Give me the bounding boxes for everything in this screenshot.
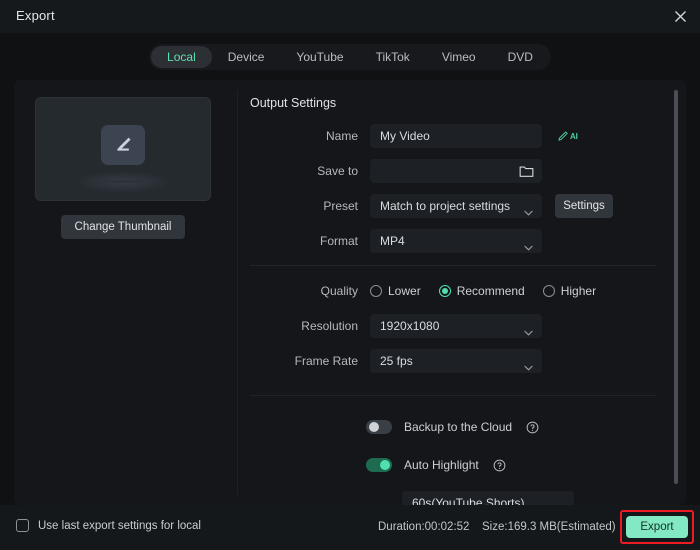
radio-icon [370,285,382,297]
format-label: Format [319,234,358,248]
thumbnail-shadow-line [104,179,142,183]
quality-option-label: Higher [560,284,597,298]
auto-highlight-label: Auto Highlight [404,458,479,472]
backup-cloud-label: Backup to the Cloud [404,420,513,434]
section-divider-1 [250,265,656,266]
tab-device[interactable]: Device [212,46,281,68]
tab-youtube[interactable]: YouTube [280,46,359,68]
close-icon[interactable] [666,3,694,29]
export-dialog: Export Local Device YouTube TikTok Vimeo… [0,0,700,550]
chevron-down-icon [524,358,533,376]
thumbnail-preview[interactable] [35,97,211,201]
quality-row: Quality Lower Recommend Higher [250,279,665,303]
quality-option-higher[interactable]: Higher [542,284,597,298]
quality-option-label: Recommend [456,284,525,298]
footer-bar: Use last export settings for local Durat… [0,505,700,550]
quality-option-label: Lower [388,284,421,298]
chevron-down-icon [524,203,533,221]
resolution-label: Resolution [301,319,358,333]
preset-value: Match to project settings [380,199,511,213]
name-row: Name My Video AI [250,124,665,148]
preset-settings-button[interactable]: Settings [555,194,613,218]
export-settings-panel: Change Thumbnail Output Settings Name My… [14,80,686,515]
duration-text: Duration:00:02:52 [378,521,470,533]
backup-cloud-row: Backup to the Cloud [250,416,665,438]
preset-label: Preset [323,199,358,213]
tab-vimeo[interactable]: Vimeo [426,46,492,68]
page-title: Export [16,8,55,23]
backup-cloud-toggle[interactable] [366,420,392,434]
name-input[interactable]: My Video [370,124,542,148]
quality-option-recommend[interactable]: Recommend [438,284,525,298]
quality-label: Quality [320,284,358,298]
save-to-label: Save to [317,164,358,178]
ai-label: AI [570,131,578,141]
pencil-edit-icon [101,124,145,165]
use-last-settings-label: Use last export settings for local [38,519,201,532]
format-select[interactable]: MP4 [370,229,542,253]
checkbox-icon [16,519,29,532]
frame-rate-row: Frame Rate 25 fps [250,349,665,373]
toggle-knob [368,422,379,432]
help-circle-icon[interactable] [526,421,539,434]
resolution-value: 1920x1080 [380,319,440,333]
chevron-down-icon [524,238,533,256]
save-to-input[interactable] [370,159,542,183]
tab-local[interactable]: Local [151,46,212,68]
radio-icon-selected [438,285,451,297]
column-divider [237,90,238,495]
frame-rate-select[interactable]: 25 fps [370,349,542,373]
radio-icon [542,285,555,297]
resolution-select[interactable]: 1920x1080 [370,314,542,338]
tab-tiktok[interactable]: TikTok [360,46,426,68]
auto-highlight-toggle[interactable] [366,458,392,472]
quality-radio-group: Lower Recommend Higher [370,284,614,298]
frame-rate-label: Frame Rate [294,354,358,368]
name-label: Name [325,129,358,143]
tab-bar: Local Device YouTube TikTok Vimeo DVD [0,44,700,70]
output-settings-title: Output Settings [250,96,337,110]
ai-pencil-icon[interactable]: AI [556,130,578,143]
export-button[interactable]: Export [626,516,688,538]
section-divider-2 [250,395,656,396]
title-bar: Export [0,0,700,33]
frame-rate-value: 25 fps [380,354,413,368]
change-thumbnail-button[interactable]: Change Thumbnail [61,215,185,239]
output-settings-section: Output Settings Name My Video AI Save to [250,96,665,515]
toggle-knob [379,460,390,470]
tab-dvd[interactable]: DVD [492,46,549,68]
auto-highlight-row: Auto Highlight [250,454,665,476]
chevron-down-icon [524,323,533,341]
preset-row: Preset Match to project settings Setting… [250,194,665,218]
format-value: MP4 [380,234,405,248]
use-last-settings-checkbox[interactable]: Use last export settings for local [16,519,201,532]
save-to-row: Save to [250,159,665,183]
folder-icon[interactable] [519,164,534,183]
resolution-row: Resolution 1920x1080 [250,314,665,338]
size-text: Size:169.3 MB(Estimated) [482,521,616,533]
help-circle-icon[interactable] [493,459,506,472]
name-value: My Video [380,129,430,143]
preset-select[interactable]: Match to project settings [370,194,542,218]
format-row: Format MP4 [250,229,665,253]
thumbnail-column: Change Thumbnail [35,97,211,239]
scrollbar-thumb[interactable] [674,90,678,484]
panel-scrollbar[interactable] [674,90,678,494]
quality-option-lower[interactable]: Lower [370,284,421,298]
